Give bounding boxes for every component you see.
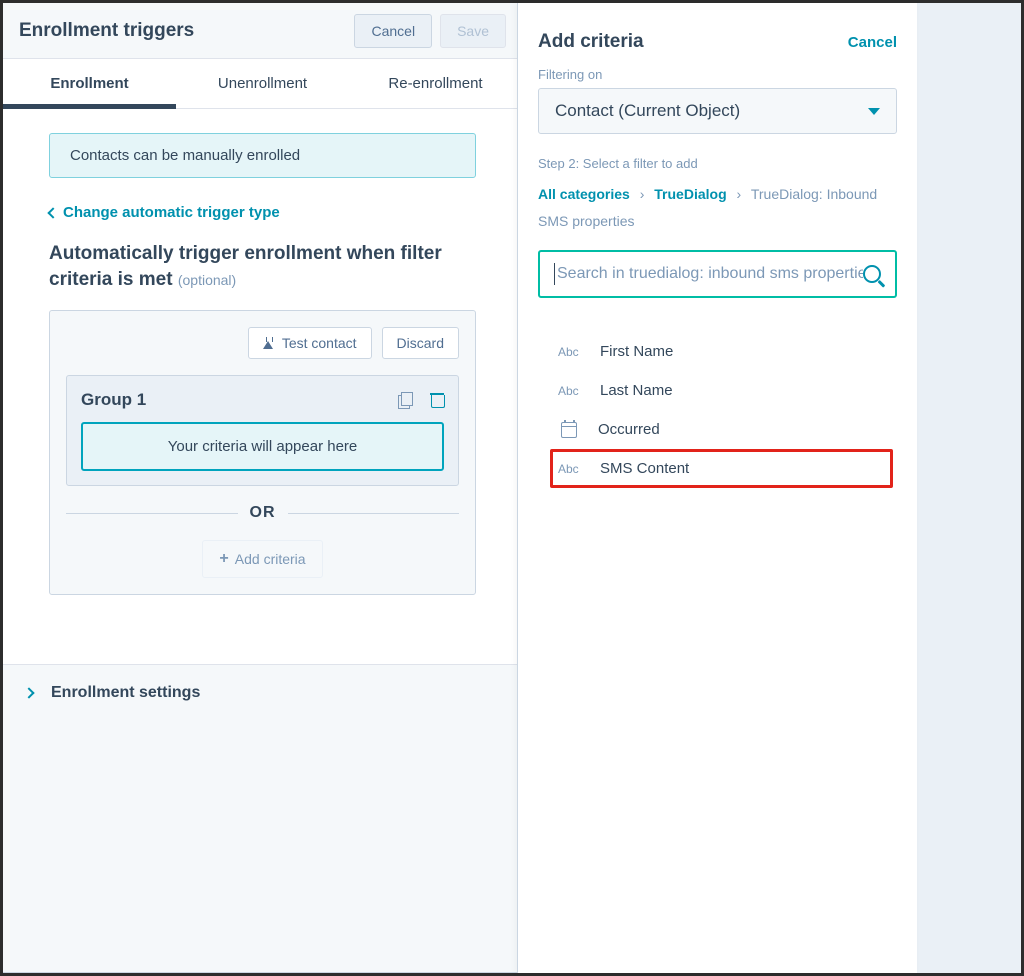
copy-icon[interactable] <box>398 393 412 407</box>
chevron-left-icon <box>47 207 58 218</box>
cancel-button[interactable]: Cancel <box>354 14 432 48</box>
change-trigger-link[interactable]: Change automatic trigger type <box>49 204 476 221</box>
crumb-sep-1: › <box>640 186 645 202</box>
step-2-label: Step 2: Select a filter to add <box>538 156 897 171</box>
property-item-first-name[interactable]: Abc First Name <box>550 332 893 371</box>
drawer-header: Add criteria Cancel <box>538 31 897 53</box>
property-item-sms-content[interactable]: Abc SMS Content <box>550 449 893 488</box>
property-item-occurred[interactable]: Occurred <box>550 410 893 449</box>
test-contact-button[interactable]: Test contact <box>248 327 372 359</box>
property-label: First Name <box>600 343 673 360</box>
auto-trigger-optional: (optional) <box>178 272 236 288</box>
auto-trigger-text: Automatically trigger enrollment when fi… <box>49 243 442 290</box>
add-criteria-drawer: Add criteria Cancel Filtering on Contact… <box>517 3 917 973</box>
crumb-truedialog[interactable]: TrueDialog <box>654 186 726 202</box>
add-criteria-label: Add criteria <box>235 551 306 567</box>
calendar-type-icon <box>561 422 577 438</box>
property-label: SMS Content <box>600 460 689 477</box>
property-list: Abc First Name Abc Last Name Occurred Ab… <box>538 332 897 488</box>
drawer-title: Add criteria <box>538 31 644 53</box>
tab-unenrollment[interactable]: Unenrollment <box>176 59 349 108</box>
card-actions: Test contact Discard <box>66 327 459 359</box>
divider-line-left <box>66 513 238 514</box>
criteria-group-card: Test contact Discard Group 1 Your criter… <box>49 310 476 595</box>
auto-trigger-heading: Automatically trigger enrollment when fi… <box>49 241 476 292</box>
add-criteria-button[interactable]: + Add criteria <box>202 540 322 578</box>
property-label: Occurred <box>598 421 660 438</box>
group-header: Group 1 <box>81 390 444 410</box>
change-trigger-label: Change automatic trigger type <box>63 204 280 221</box>
chevron-right-icon <box>23 687 34 698</box>
app-stage: Enrollment triggers Cancel Save Enrollme… <box>0 0 1024 976</box>
tab-bar: Enrollment Unenrollment Re-enrollment <box>3 59 522 109</box>
trash-icon[interactable] <box>430 393 444 407</box>
property-label: Last Name <box>600 382 673 399</box>
breadcrumb: All categories › TrueDialog › TrueDialog… <box>538 181 897 234</box>
save-button[interactable]: Save <box>440 14 506 48</box>
property-search-box[interactable] <box>538 250 897 298</box>
test-contact-label: Test contact <box>282 335 357 351</box>
property-item-last-name[interactable]: Abc Last Name <box>550 371 893 410</box>
or-divider: OR <box>66 504 459 522</box>
abc-type-icon: Abc <box>558 345 584 359</box>
chevron-down-icon <box>868 108 880 115</box>
modal-body: Contacts can be manually enrolled Change… <box>3 109 522 665</box>
info-banner: Contacts can be manually enrolled <box>49 133 476 178</box>
group-name-label: Group 1 <box>81 390 146 410</box>
tab-enrollment[interactable]: Enrollment <box>3 59 176 108</box>
filtering-on-dropdown[interactable]: Contact (Current Object) <box>538 88 897 134</box>
tab-re-enrollment[interactable]: Re-enrollment <box>349 59 522 108</box>
header-buttons: Cancel Save <box>354 14 506 48</box>
abc-type-icon: Abc <box>558 384 584 398</box>
drawer-inner: Add criteria Cancel Filtering on Contact… <box>518 3 917 488</box>
dropdown-value: Contact (Current Object) <box>555 101 740 121</box>
modal-title: Enrollment triggers <box>19 20 194 42</box>
group-icon-actions <box>398 393 444 407</box>
enrollment-settings-label: Enrollment settings <box>51 684 200 702</box>
enrollment-settings-row[interactable]: Enrollment settings <box>3 665 522 721</box>
group-inner-card: Group 1 Your criteria will appear here <box>66 375 459 486</box>
crumb-all-categories[interactable]: All categories <box>538 186 630 202</box>
divider-line-right <box>288 513 460 514</box>
enrollment-modal: Enrollment triggers Cancel Save Enrollme… <box>3 3 523 973</box>
property-search-input[interactable] <box>557 265 863 283</box>
or-label: OR <box>250 504 276 522</box>
abc-type-icon: Abc <box>558 462 584 476</box>
text-cursor <box>554 263 555 285</box>
crumb-sep-2: › <box>737 186 742 202</box>
flask-icon <box>263 337 274 349</box>
plus-icon: + <box>219 551 228 567</box>
search-icon <box>863 265 881 283</box>
modal-header: Enrollment triggers Cancel Save <box>3 3 522 59</box>
discard-button[interactable]: Discard <box>382 327 459 359</box>
criteria-placeholder-box[interactable]: Your criteria will appear here <box>81 422 444 471</box>
drawer-cancel-link[interactable]: Cancel <box>848 34 897 51</box>
filtering-on-label: Filtering on <box>538 67 897 82</box>
